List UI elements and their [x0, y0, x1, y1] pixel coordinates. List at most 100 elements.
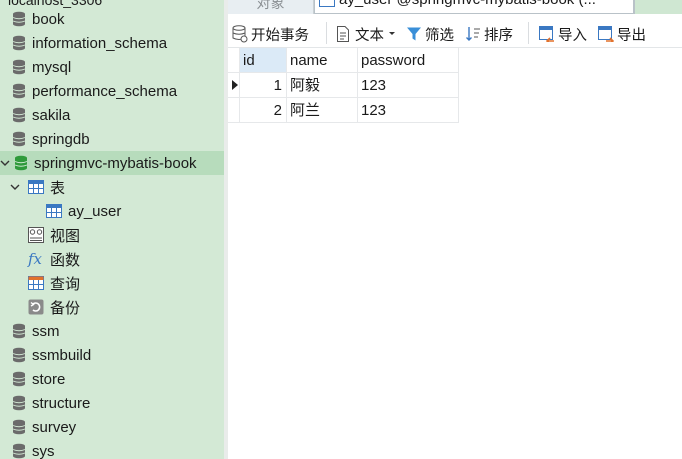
data-grid: id name password 1 阿毅 123 2 阿兰 123 — [228, 48, 682, 459]
dropdown-arrow-icon — [389, 32, 395, 35]
database-label: book — [32, 10, 65, 28]
tables-node[interactable]: 表 — [0, 175, 224, 199]
database-icon — [12, 131, 26, 147]
cell-value: 阿兰 — [290, 102, 321, 119]
queries-node[interactable]: 查询 — [0, 271, 224, 295]
database-node[interactable]: sakila — [0, 103, 224, 127]
backups-label: 备份 — [50, 299, 81, 317]
database-node[interactable]: book — [0, 7, 224, 31]
database-node[interactable]: store — [0, 367, 224, 391]
database-icon — [12, 59, 26, 75]
transaction-icon — [232, 25, 248, 43]
database-label: sys — [32, 442, 55, 459]
toolbar-separator — [326, 22, 327, 44]
backups-node[interactable]: 备份 — [0, 295, 224, 319]
row-indicator[interactable] — [228, 73, 240, 98]
row-indicator[interactable] — [228, 98, 240, 123]
view-icon — [28, 227, 44, 243]
column-header-password[interactable]: password — [358, 48, 459, 73]
database-node[interactable]: sys — [0, 439, 224, 459]
toolbar-separator — [528, 22, 529, 44]
database-node[interactable]: structure — [0, 391, 224, 415]
import-label: 导入 — [558, 27, 587, 44]
tab-ay-user-label: ay_user @springmvc-mybatis-book (... — [339, 0, 596, 9]
function-icon: fx — [28, 250, 43, 268]
row-header-corner — [228, 48, 240, 73]
database-node[interactable]: information_schema — [0, 31, 224, 55]
database-icon — [12, 395, 26, 411]
table-cell-id[interactable]: 2 — [240, 98, 287, 123]
database-label: ssm — [32, 322, 60, 340]
open-database-label: springmvc-mybatis-book — [34, 154, 197, 172]
table-cell-name[interactable]: 阿毅 — [287, 73, 358, 98]
sort-button[interactable]: 排序 — [465, 23, 513, 45]
database-icon — [12, 323, 26, 339]
navigator-sidebar: localhost_3306 book information_schema mys… — [0, 0, 224, 459]
column-header-name[interactable]: name — [287, 48, 358, 73]
functions-node[interactable]: fx 函数 — [0, 247, 224, 271]
export-button[interactable]: 导出 — [598, 23, 646, 45]
export-label: 导出 — [617, 27, 646, 44]
database-icon — [12, 443, 26, 459]
filter-button[interactable]: 筛选 — [406, 23, 454, 45]
database-icon — [12, 83, 26, 99]
tables-label: 表 — [50, 179, 66, 197]
column-header-label: password — [361, 52, 426, 69]
database-node[interactable]: survey — [0, 415, 224, 439]
queries-label: 查询 — [50, 275, 81, 293]
table-icon — [46, 204, 62, 218]
table-item-label: ay_user — [68, 202, 122, 220]
column-header-label: name — [290, 52, 328, 69]
chevron-down-icon[interactable] — [10, 182, 20, 192]
document-icon — [337, 26, 349, 42]
export-icon — [598, 26, 614, 42]
database-node[interactable]: springdb — [0, 127, 224, 151]
database-icon — [12, 371, 26, 387]
database-node[interactable]: performance_schema — [0, 79, 224, 103]
tab-objects-label: 对象 — [256, 0, 285, 11]
table-icon — [319, 0, 335, 7]
table-cell-id[interactable]: 1 — [240, 73, 287, 98]
chevron-down-icon[interactable] — [0, 158, 10, 168]
tab-extra[interactable] — [634, 0, 682, 14]
database-icon — [12, 347, 26, 363]
database-icon — [12, 419, 26, 435]
table-item-ay-user[interactable]: ay_user — [0, 199, 224, 223]
database-icon — [12, 11, 26, 27]
database-node[interactable]: mysql — [0, 55, 224, 79]
column-header-label: id — [243, 52, 255, 69]
sort-label: 排序 — [484, 27, 513, 44]
database-label: information_schema — [32, 34, 168, 52]
database-label: performance_schema — [32, 82, 178, 100]
current-row-arrow-icon — [232, 80, 238, 90]
table-cell-password[interactable]: 123 — [358, 73, 459, 98]
views-node[interactable]: 视图 — [0, 223, 224, 247]
views-label: 视图 — [50, 227, 81, 245]
database-node-open[interactable]: springmvc-mybatis-book — [0, 151, 224, 175]
filter-icon — [407, 27, 421, 41]
text-view-button[interactable]: 文本 — [336, 23, 399, 45]
database-label: mysql — [32, 58, 72, 76]
database-icon — [12, 35, 26, 51]
database-node[interactable]: ssm — [0, 319, 224, 343]
column-header-id[interactable]: id — [240, 48, 287, 73]
tab-ay-user[interactable]: ay_user @springmvc-mybatis-book (... — [314, 0, 634, 14]
import-button[interactable]: 导入 — [539, 23, 587, 45]
table-cell-name[interactable]: 阿兰 — [287, 98, 358, 123]
database-label: survey — [32, 418, 77, 436]
filter-label: 筛选 — [425, 27, 454, 44]
table-group-icon — [28, 180, 44, 194]
database-node[interactable]: ssmbuild — [0, 343, 224, 367]
query-icon — [28, 276, 44, 290]
tab-objects[interactable]: 对象 — [228, 0, 314, 14]
begin-transaction-button[interactable]: 开始事务 — [232, 23, 309, 45]
database-label: store — [32, 370, 66, 388]
database-label: ssmbuild — [32, 346, 92, 364]
database-icon — [12, 107, 26, 123]
data-toolbar: 开始事务 文本 筛选 排序 导入 导出 — [228, 14, 682, 48]
cell-value: 阿毅 — [290, 77, 321, 94]
functions-label: 函数 — [50, 251, 81, 269]
cell-value: 2 — [273, 102, 282, 119]
table-cell-password[interactable]: 123 — [358, 98, 459, 123]
database-label: structure — [32, 394, 91, 412]
